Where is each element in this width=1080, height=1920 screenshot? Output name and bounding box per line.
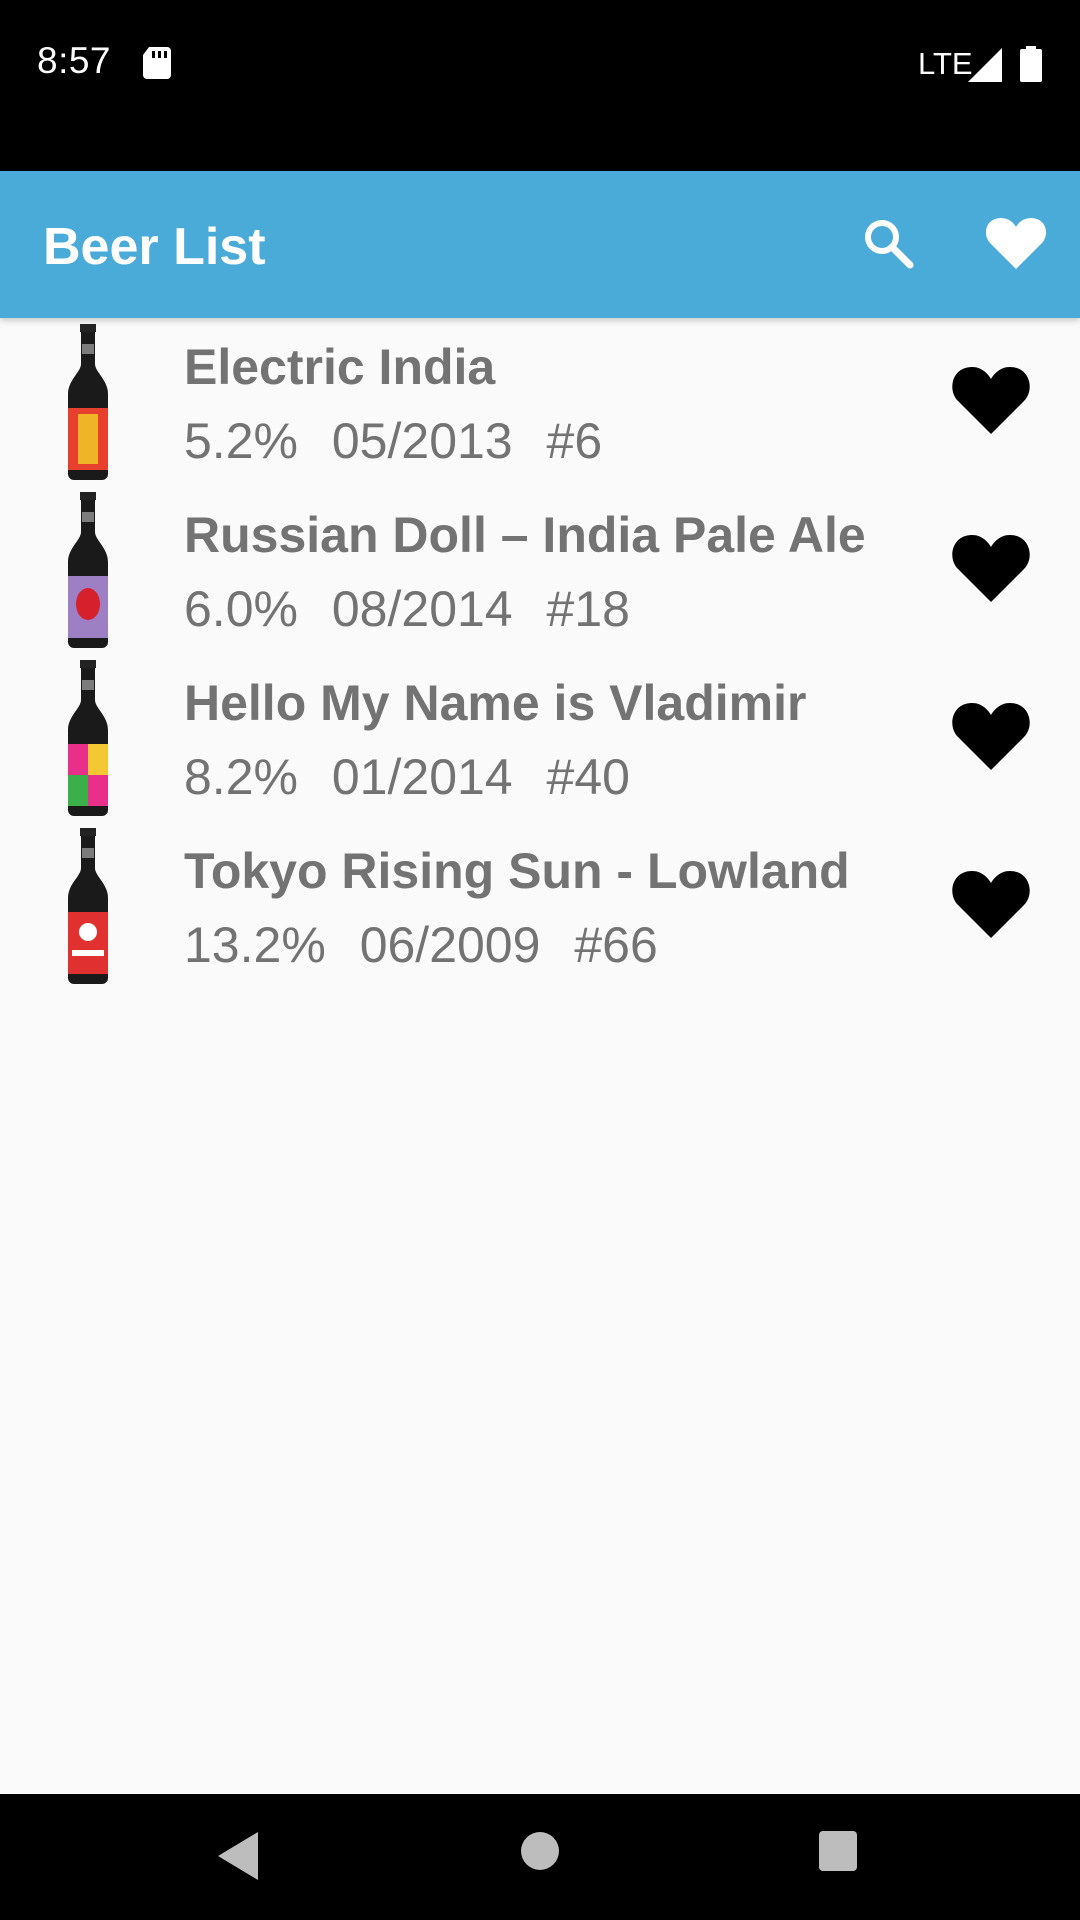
beer-meta: 6.0% 08/2014 #18 [184,580,650,638]
app-bar: Beer List [0,171,1080,318]
home-icon[interactable] [519,1830,561,1872]
favorite-heart-icon[interactable] [951,868,1031,940]
favorite-heart-icon[interactable] [951,364,1031,436]
beer-first-brewed: 05/2013 [331,413,513,469]
recents-icon[interactable] [818,1830,858,1872]
back-icon[interactable] [216,1828,260,1884]
beer-first-brewed: 08/2014 [331,581,513,637]
status-bar: 8:57 LTE [0,0,1080,171]
status-time: 8:57 [37,40,112,81]
app-title: Beer List [43,218,266,276]
beer-name: Tokyo Rising Sun - Lowland [184,843,850,899]
beer-name: Electric India [184,339,496,395]
beer-bottle-image [68,660,108,816]
beer-abv: 6.0% [184,581,298,637]
network-label: LTE [918,46,973,81]
beer-name: Hello My Name is Vladimir [184,675,807,731]
beer-number: #6 [546,413,603,469]
favorite-heart-icon[interactable] [951,532,1031,604]
beer-meta: 13.2% 06/2009 #66 [184,916,678,974]
beer-list-item[interactable]: Electric India 5.2% 05/2013 #6 [0,318,1080,486]
beer-first-brewed: 01/2014 [331,749,513,805]
beer-first-brewed: 06/2009 [359,917,541,973]
beer-bottle-image [68,324,108,480]
beer-number: #18 [546,581,630,637]
search-icon[interactable] [860,215,916,271]
beer-number: #66 [574,917,658,973]
beer-number: #40 [546,749,630,805]
beer-abv: 8.2% [184,749,298,805]
beer-list: Electric India 5.2% 05/2013 #6 Russian D… [0,318,1080,990]
beer-bottle-image [68,828,108,984]
sd-card-icon [143,47,171,79]
beer-bottle-image [68,492,108,648]
beer-meta: 8.2% 01/2014 #40 [184,748,650,806]
signal-icon [968,48,1002,82]
beer-abv: 5.2% [184,413,298,469]
beer-list-item[interactable]: Hello My Name is Vladimir 8.2% 01/2014 #… [0,654,1080,822]
beer-list-item[interactable]: Russian Doll – India Pale Ale 6.0% 08/20… [0,486,1080,654]
beer-name: Russian Doll – India Pale Ale [184,507,866,563]
favorites-heart-icon[interactable] [985,215,1047,271]
battery-icon [1020,46,1042,82]
navigation-bar [0,1794,1080,1920]
favorite-heart-icon[interactable] [951,700,1031,772]
beer-abv: 13.2% [184,917,326,973]
beer-list-item[interactable]: Tokyo Rising Sun - Lowland 13.2% 06/2009… [0,822,1080,990]
beer-meta: 5.2% 05/2013 #6 [184,412,622,470]
